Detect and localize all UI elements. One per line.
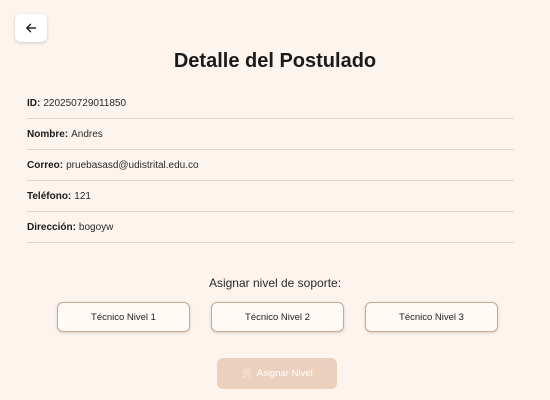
detail-value-name: Andres — [71, 128, 103, 140]
detail-value-address: bogoyw — [78, 221, 114, 233]
applicant-detail-page: Detalle del Postulado ID: 22025072901185… — [0, 0, 550, 400]
support-level-label: Asignar nivel de soporte: — [208, 276, 342, 290]
detail-label-address: Dirección: — [27, 221, 76, 233]
detail-row-phone: Teléfono: 121 — [27, 181, 514, 212]
detail-row-email: Correo: pruebasasd@udistrital.edu.co — [27, 150, 514, 181]
detail-value-email: pruebasasd@udistrital.edu.co — [66, 159, 199, 171]
detail-label-phone: Teléfono: — [27, 190, 72, 202]
detail-label-name: Nombre: — [27, 128, 69, 140]
assign-level-label: Asignar Nivel — [256, 368, 313, 379]
detail-row-address: Dirección: bogoyw — [27, 212, 514, 243]
detail-value-id: 220250729011850 — [43, 97, 127, 109]
support-level-options: Técnico Nivel 1 Técnico Nivel 2 Técnico … — [57, 302, 499, 332]
detail-row-name: Nombre: Andres — [27, 119, 514, 150]
assign-level-button[interactable]: 🛠 Asignar Nivel — [217, 358, 337, 389]
detail-label-email: Correo: — [27, 159, 64, 171]
applicant-details-list: ID: 220250729011850 Nombre: Andres Corre… — [27, 88, 514, 243]
detail-row-id: ID: 220250729011850 — [27, 88, 514, 119]
page-title: Detalle del Postulado — [173, 50, 377, 72]
detail-label-id: ID: — [27, 97, 41, 109]
level-2-button[interactable]: Técnico Nivel 2 — [211, 302, 344, 332]
arrow-left-icon — [25, 22, 37, 34]
tools-icon: 🛠 — [241, 368, 253, 378]
level-3-button[interactable]: Técnico Nivel 3 — [365, 302, 498, 332]
level-1-button[interactable]: Técnico Nivel 1 — [57, 302, 190, 332]
back-button[interactable] — [15, 14, 47, 42]
detail-value-phone: 121 — [74, 190, 91, 202]
